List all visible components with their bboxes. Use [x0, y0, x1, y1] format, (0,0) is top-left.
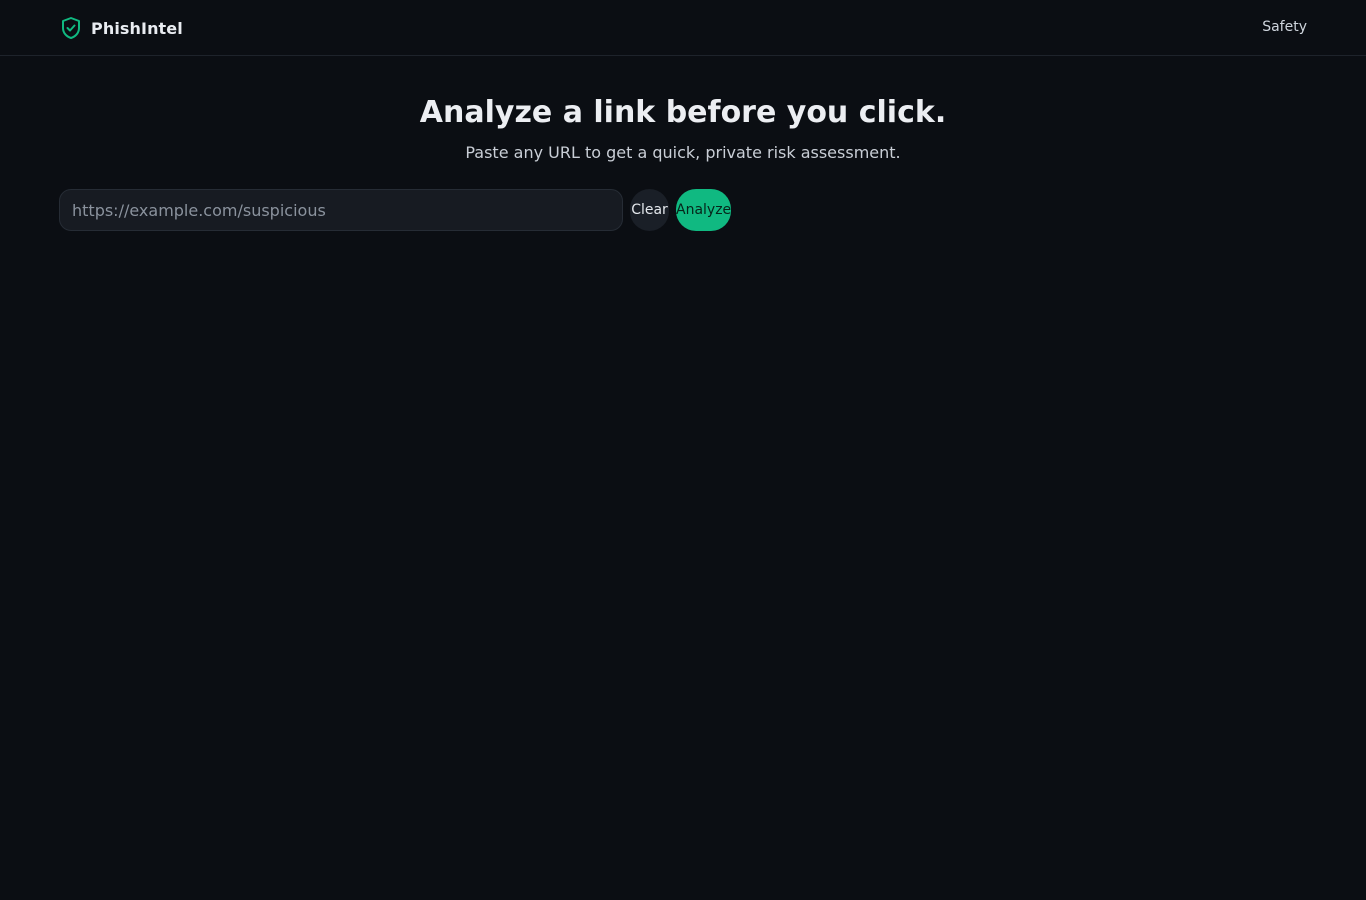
shield-check-icon — [60, 16, 82, 40]
top-navbar: PhishIntel Safety — [0, 0, 1366, 56]
brand[interactable]: PhishIntel — [60, 16, 183, 40]
page-title: Analyze a link before you click. — [419, 95, 947, 130]
nav-link-safety[interactable]: Safety — [1262, 19, 1307, 35]
url-input[interactable] — [59, 189, 623, 231]
analyze-button[interactable]: Analyze — [676, 189, 731, 231]
brand-name: PhishIntel — [91, 18, 183, 38]
clear-button[interactable]: Clear — [630, 189, 669, 231]
page-subtitle: Paste any URL to get a quick, private ri… — [465, 143, 901, 162]
